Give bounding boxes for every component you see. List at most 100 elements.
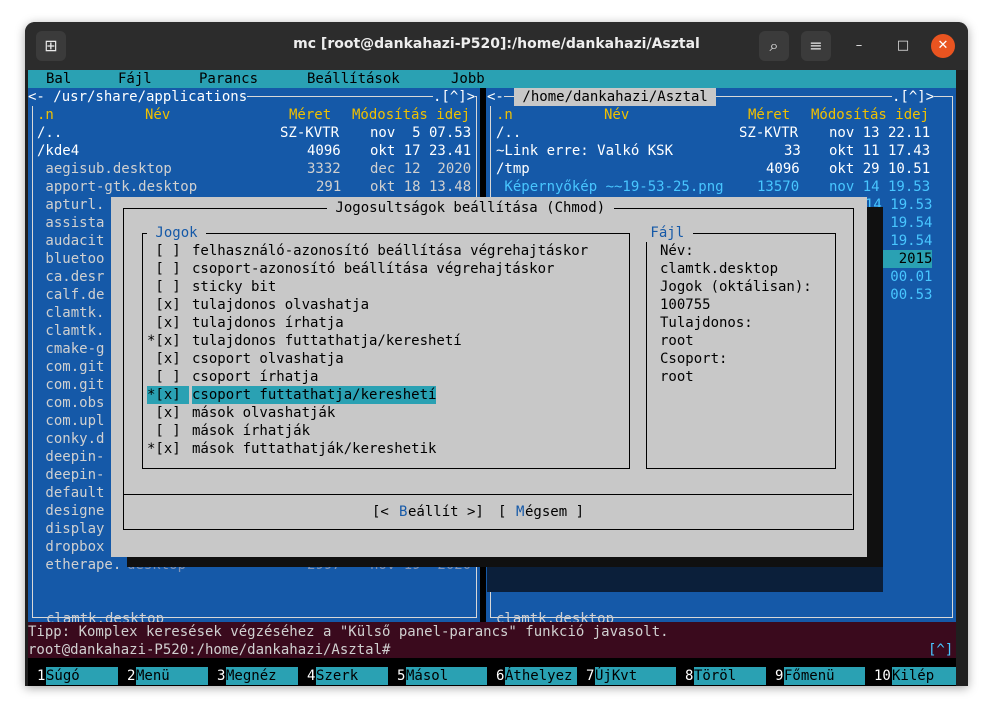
left-row-name[interactable]: com.git bbox=[37, 358, 104, 376]
permission-label[interactable]: mások olvashatják bbox=[192, 404, 335, 422]
menu-item-2[interactable]: Parancs bbox=[199, 70, 258, 88]
permission-checkbox[interactable]: [ ] bbox=[147, 422, 189, 440]
permission-checkbox[interactable]: [ ] bbox=[147, 278, 189, 296]
fkey-7-button[interactable]: ÚjKvt bbox=[595, 667, 676, 685]
permission-checkbox[interactable]: *[x] bbox=[147, 332, 189, 350]
right-row-name[interactable]: Képernyőkép ~~19-53-25.png bbox=[496, 178, 723, 196]
fkey-10-button[interactable]: Kilép bbox=[892, 667, 956, 685]
right-panel-back[interactable]: <- bbox=[487, 88, 504, 106]
left-row-name[interactable]: deepin- bbox=[37, 466, 104, 484]
fkey-9-button[interactable]: Főmenü bbox=[784, 667, 865, 685]
minimize-button[interactable]: – bbox=[847, 34, 871, 58]
set-button[interactable]: B bbox=[399, 503, 407, 521]
permission-checkbox[interactable]: [ ] bbox=[147, 260, 189, 278]
file-info-line: root bbox=[660, 333, 694, 349]
fkey-2-button[interactable]: Menü bbox=[136, 667, 208, 685]
left-row-name[interactable]: /kde4 bbox=[37, 142, 79, 160]
left-row-name[interactable]: clamtk. bbox=[37, 322, 104, 340]
left-row-name[interactable]: default bbox=[37, 484, 104, 502]
left-row-name[interactable]: audacit bbox=[37, 232, 104, 250]
left-row-name[interactable]: apturl. bbox=[37, 196, 104, 214]
left-row-date: dec 12 2020 bbox=[370, 161, 472, 177]
permission-checkbox[interactable]: [x] bbox=[147, 404, 189, 422]
left-row-name[interactable]: display bbox=[37, 520, 104, 538]
left-row-name[interactable]: com.upl bbox=[37, 412, 104, 430]
right-col-sort[interactable]: .n bbox=[496, 106, 513, 124]
permission-checkbox[interactable]: *[x] bbox=[147, 386, 190, 404]
terminal-area[interactable]: Bal Fájl Parancs Beállítások Jobb <- /usr/sha… bbox=[28, 70, 956, 686]
fkey-4-button[interactable]: Szerk bbox=[316, 667, 388, 685]
left-panel-path[interactable]: <- /usr/share/applications bbox=[28, 88, 248, 106]
permission-label[interactable]: tulajdonos írhatja bbox=[192, 314, 344, 332]
right-row-name[interactable]: /.. bbox=[496, 124, 521, 142]
permission-checkbox[interactable]: *[x] bbox=[147, 440, 189, 458]
left-row-name[interactable]: clamtk. bbox=[37, 304, 104, 322]
left-row-name[interactable]: com.obs bbox=[37, 394, 104, 412]
menu-item-0[interactable]: Bal bbox=[46, 70, 71, 88]
hamburger-menu-button[interactable]: ≡ bbox=[801, 31, 831, 61]
cancel-button[interactable]: égsem ] bbox=[525, 503, 584, 521]
permission-label[interactable]: tulajdonos olvashatja bbox=[192, 296, 369, 314]
left-row-name[interactable]: aegisub.desktop bbox=[37, 160, 171, 178]
right-col-mtime: Módosítás idej bbox=[811, 107, 930, 123]
set-button[interactable]: [< bbox=[372, 503, 397, 521]
prompt-history-button[interactable]: [^] bbox=[928, 641, 953, 659]
permission-label[interactable]: csoport-azonosító beállítása végrehajtás… bbox=[192, 260, 554, 278]
fkey-1-button[interactable]: Súgó bbox=[46, 667, 118, 685]
close-button[interactable]: ✕ bbox=[931, 34, 955, 58]
menu-item-4[interactable]: Jobb bbox=[451, 70, 485, 88]
right-row-date-partial: 26 2015 bbox=[865, 250, 933, 268]
permission-label[interactable]: mások írhatják bbox=[192, 422, 310, 440]
cancel-button[interactable]: [ bbox=[498, 503, 515, 521]
right-row-date-partial: 14 19.54 bbox=[865, 215, 933, 231]
fkey-number-1: 1 bbox=[37, 668, 46, 684]
permission-label[interactable]: tulajdonos futtathatja/kereshetí bbox=[192, 332, 462, 350]
left-row-name[interactable]: bluetoo bbox=[37, 250, 104, 268]
menu-item-3[interactable]: Beállítások bbox=[307, 70, 400, 88]
permission-label[interactable]: felhasználó-azonosító beállítása végreha… bbox=[192, 242, 588, 260]
left-panel-nav[interactable]: .[^]> bbox=[433, 88, 476, 106]
left-row-name[interactable]: /.. bbox=[37, 124, 62, 142]
permission-label[interactable]: sticky bit bbox=[192, 278, 276, 296]
left-row-name[interactable]: cmake-g bbox=[37, 340, 104, 358]
left-row-name[interactable]: dropbox bbox=[37, 538, 104, 556]
permission-checkbox[interactable]: [x] bbox=[147, 296, 189, 314]
fkey-8-button[interactable]: Töröl bbox=[694, 667, 766, 685]
maximize-button[interactable]: □ bbox=[891, 34, 915, 58]
shell-prompt[interactable]: root@dankahazi-P520:/home/dankahazi/Aszt… bbox=[28, 641, 390, 659]
right-row-name[interactable]: ~Link erre: Valkó KSK bbox=[496, 142, 673, 160]
permission-label[interactable]: csoport írhatja bbox=[192, 368, 318, 386]
left-row-name[interactable]: designe bbox=[37, 502, 104, 520]
fkey-5-button[interactable]: Másol bbox=[406, 667, 487, 685]
fkey-3-button[interactable]: Megnéz bbox=[226, 667, 298, 685]
right-panel-nav[interactable]: .[^]> bbox=[892, 88, 935, 106]
permission-checkbox[interactable]: [ ] bbox=[147, 368, 189, 386]
left-row-name[interactable]: deepin- bbox=[37, 448, 104, 466]
left-col-sort[interactable]: .n bbox=[37, 106, 54, 124]
left-row-name[interactable]: com.git bbox=[37, 376, 104, 394]
left-row-name[interactable]: ca.desr bbox=[37, 268, 104, 286]
permission-checkbox[interactable]: [x] bbox=[147, 314, 189, 332]
left-row-name[interactable]: etherape. bbox=[37, 556, 121, 574]
permission-checkbox[interactable]: [x] bbox=[147, 350, 189, 368]
left-row-name[interactable]: apport-gtk.desktop bbox=[37, 178, 197, 196]
search-button[interactable]: ⌕ bbox=[759, 31, 789, 61]
set-button[interactable]: eállít >] bbox=[408, 503, 484, 521]
right-row-date-partial: 14 19.53 bbox=[865, 197, 933, 213]
left-row-date: nov 5 07.53 bbox=[370, 125, 472, 141]
left-col-name: Név bbox=[145, 107, 171, 123]
permission-label[interactable]: csoport futtathatja/kereshetí bbox=[192, 386, 437, 404]
left-row-name[interactable]: conky.d bbox=[37, 430, 104, 448]
cancel-button[interactable]: M bbox=[516, 503, 524, 521]
permission-checkbox[interactable]: [ ] bbox=[147, 242, 189, 260]
mc-menubar bbox=[28, 70, 956, 88]
file-info-line: root bbox=[660, 369, 694, 385]
right-panel-path[interactable]: /home/dankahazi/Asztal bbox=[514, 88, 717, 106]
menu-item-1[interactable]: Fájl bbox=[118, 70, 152, 88]
left-row-name[interactable]: calf.de bbox=[37, 286, 104, 304]
permission-label[interactable]: mások futtathatják/kereshetik bbox=[192, 440, 436, 458]
right-row-name[interactable]: /tmp bbox=[496, 160, 530, 178]
left-row-name[interactable]: assista bbox=[37, 214, 104, 232]
permission-label[interactable]: csoport olvashatja bbox=[192, 350, 344, 368]
fkey-6-button[interactable]: Áthelyez bbox=[505, 667, 577, 685]
